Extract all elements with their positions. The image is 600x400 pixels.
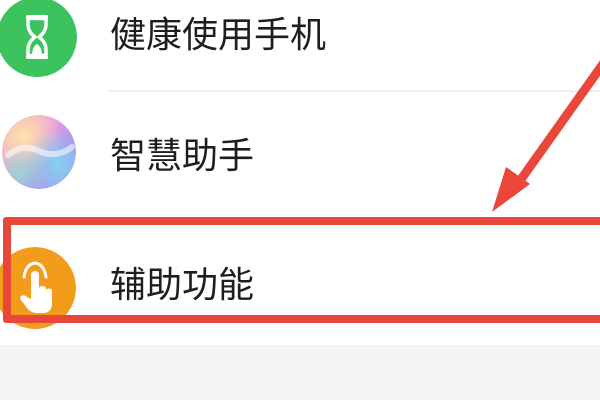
highlight-annotation-box (3, 217, 600, 323)
settings-item-label: 健康使用手机 (110, 15, 327, 56)
section-gap (0, 345, 600, 400)
hourglass-icon (0, 0, 77, 77)
settings-item-label: 智慧助手 (110, 136, 255, 177)
settings-item-smart-assistant[interactable]: 智慧助手 (0, 92, 600, 220)
settings-item-digital-balance[interactable]: 健康使用手机 (0, 0, 600, 92)
smart-assistant-icon (2, 115, 76, 189)
